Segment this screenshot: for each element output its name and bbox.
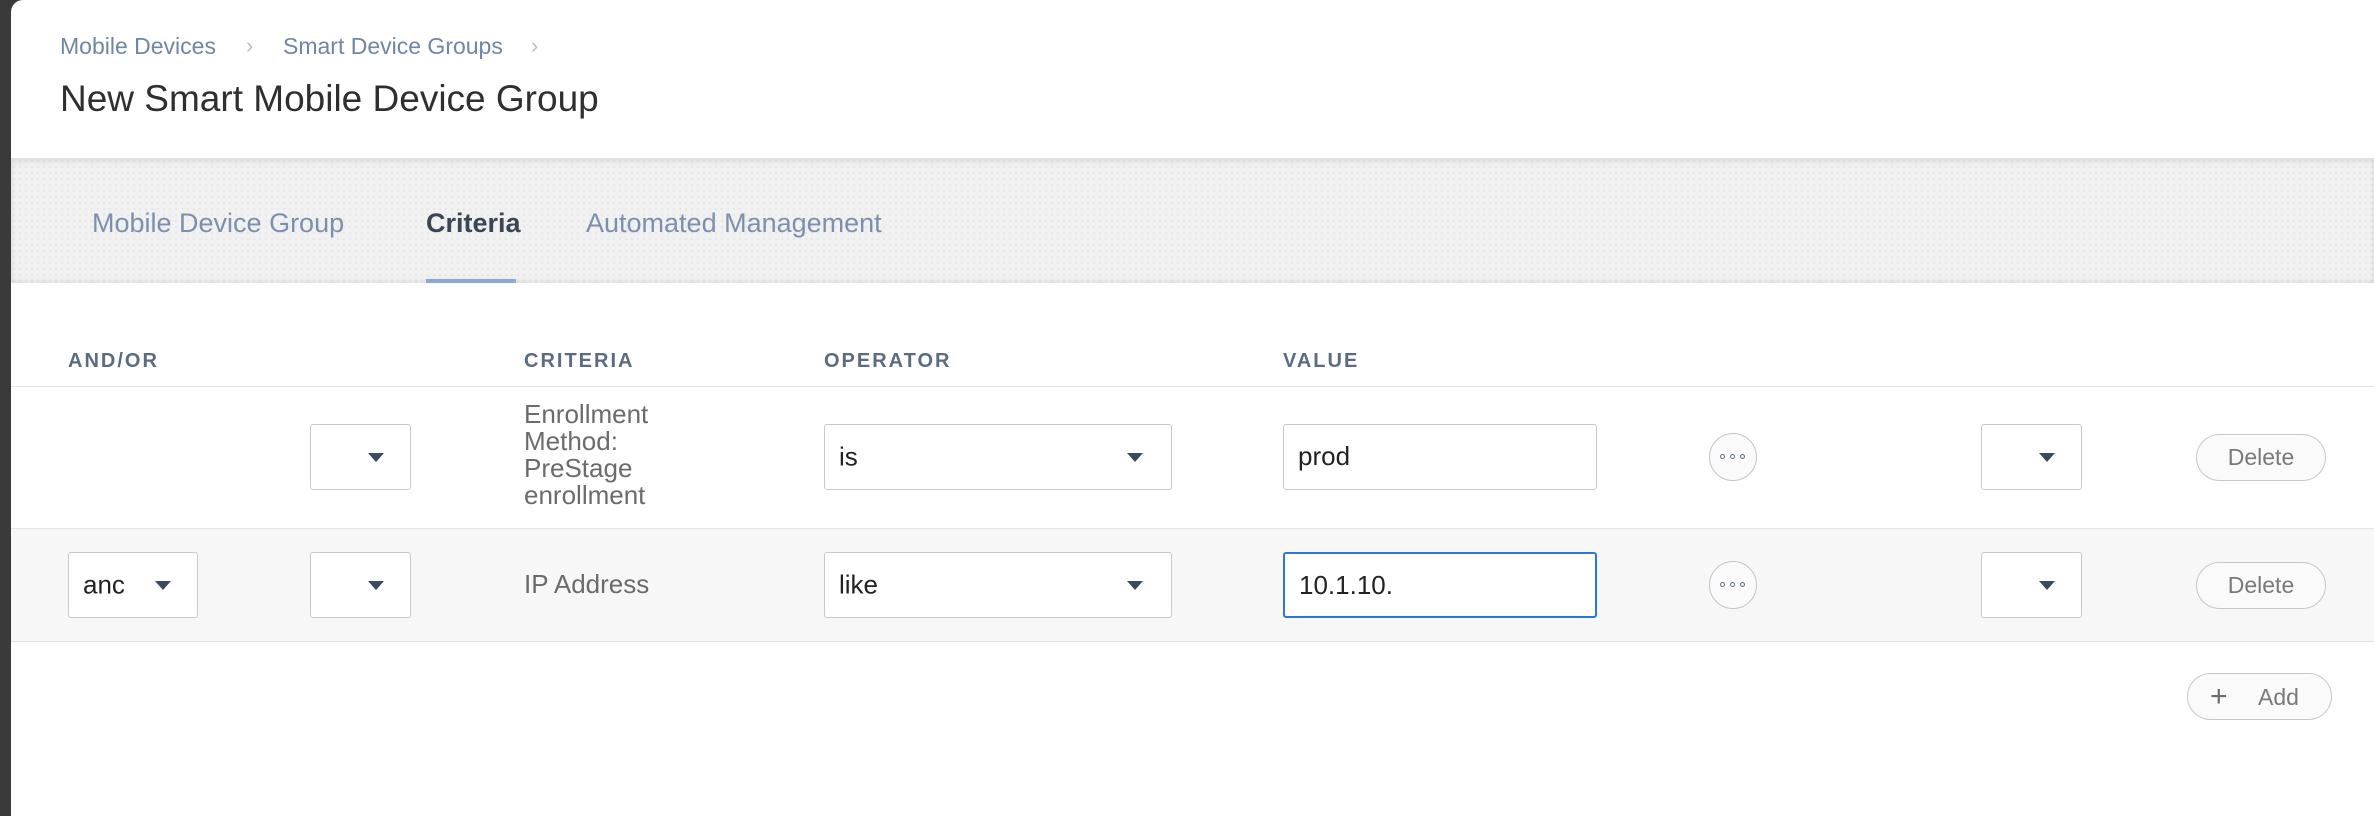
chevron-down-icon bbox=[1127, 581, 1143, 590]
column-header-value: VALUE bbox=[1283, 350, 1360, 372]
chevron-down-icon bbox=[368, 453, 384, 462]
chevron-down-icon bbox=[2039, 581, 2055, 590]
breadcrumb-mobile-devices[interactable]: Mobile Devices bbox=[60, 33, 216, 60]
plus-icon: + bbox=[2210, 680, 2228, 713]
page-title: New Smart Mobile Device Group bbox=[60, 78, 599, 119]
chevron-down-icon bbox=[2039, 453, 2055, 462]
more-options-button[interactable] bbox=[1709, 561, 1757, 609]
and-or-value: anc bbox=[83, 569, 125, 600]
operator-value: is bbox=[839, 441, 858, 472]
criteria-label: Enrollment Method: PreStage enrollment bbox=[524, 399, 649, 510]
value-input[interactable]: prod bbox=[1283, 424, 1597, 490]
and-or-select[interactable]: anc bbox=[68, 552, 198, 618]
more-options-button[interactable] bbox=[1709, 433, 1757, 481]
value-input[interactable]: 10.1.10. bbox=[1283, 552, 1597, 618]
chevron-down-icon bbox=[1127, 453, 1143, 462]
column-header-and-or: AND/OR bbox=[68, 350, 159, 372]
operator-select[interactable]: is bbox=[824, 424, 1172, 490]
delete-button[interactable]: Delete bbox=[2196, 562, 2326, 609]
chevron-down-icon bbox=[368, 581, 384, 590]
add-button-label: Add bbox=[2258, 684, 2299, 710]
divider bbox=[11, 641, 2374, 642]
open-paren-select[interactable] bbox=[310, 552, 411, 618]
divider bbox=[11, 386, 2374, 387]
open-paren-select[interactable] bbox=[310, 424, 411, 490]
operator-value: like bbox=[839, 569, 879, 600]
column-header-criteria: CRITERIA bbox=[524, 350, 635, 372]
tab-bar: Mobile Device Group Criteria Automated M… bbox=[11, 158, 2374, 283]
criteria-label: IP Address bbox=[524, 569, 650, 599]
breadcrumb-separator: › bbox=[531, 33, 539, 58]
tab-criteria[interactable]: Criteria bbox=[426, 208, 521, 239]
breadcrumb-separator: › bbox=[246, 33, 254, 58]
chevron-down-icon bbox=[155, 581, 171, 590]
app-window: Mobile Devices › Smart Device Groups › N… bbox=[11, 0, 2374, 816]
tab-automated-management[interactable]: Automated Management bbox=[586, 208, 882, 239]
close-paren-select[interactable] bbox=[1981, 552, 2082, 618]
column-header-operator: OPERATOR bbox=[824, 350, 952, 372]
delete-button[interactable]: Delete bbox=[2196, 434, 2326, 481]
add-criteria-button[interactable]: + Add bbox=[2187, 673, 2332, 720]
tab-mobile-device-group[interactable]: Mobile Device Group bbox=[92, 208, 344, 239]
operator-select[interactable]: like bbox=[824, 552, 1172, 618]
active-tab-indicator bbox=[426, 279, 516, 283]
close-paren-select[interactable] bbox=[1981, 424, 2082, 490]
breadcrumb-smart-device-groups[interactable]: Smart Device Groups bbox=[283, 33, 503, 60]
